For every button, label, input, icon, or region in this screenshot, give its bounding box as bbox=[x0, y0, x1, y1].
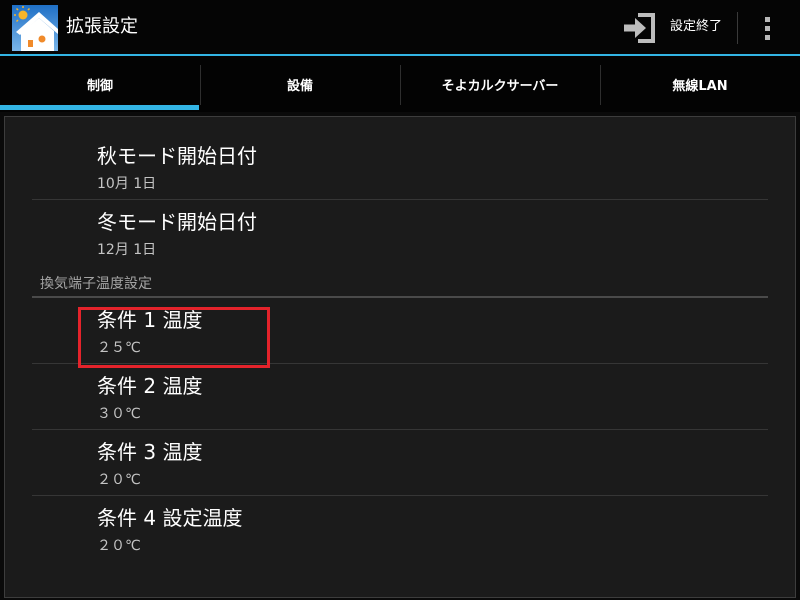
tab-server[interactable]: そよカルクサーバー bbox=[400, 56, 600, 112]
pref-summary: 10月 1日 bbox=[97, 176, 157, 192]
exit-icon bbox=[622, 12, 656, 44]
pref-summary: ２０℃ bbox=[97, 472, 141, 488]
overflow-dot bbox=[765, 17, 770, 22]
pref-summary: ３０℃ bbox=[97, 406, 141, 422]
tab-label: 制御 bbox=[86, 78, 113, 94]
pref-title: 条件 4 設定温度 bbox=[97, 506, 243, 530]
tab-wireless-lan[interactable]: 無線LAN bbox=[600, 56, 800, 112]
preferences-panel: 秋モード開始日付 10月 1日 冬モード開始日付 12月 1日 換気端子温度設定… bbox=[4, 116, 796, 598]
pref-condition-4-set-temp[interactable]: 条件 4 設定温度 ２０℃ bbox=[32, 496, 768, 562]
pref-summary: 12月 1日 bbox=[97, 242, 157, 258]
pref-title: 冬モード開始日付 bbox=[97, 210, 257, 234]
overflow-menu-icon[interactable] bbox=[758, 13, 778, 43]
overflow-dot bbox=[765, 26, 770, 31]
action-bar: 拡張設定 設定終了 bbox=[0, 0, 800, 54]
pref-category-header: 換気端子温度設定 bbox=[32, 266, 768, 298]
action-bar-divider bbox=[737, 12, 738, 44]
pref-autumn-start-date[interactable]: 秋モード開始日付 10月 1日 bbox=[32, 134, 768, 200]
tab-selected-indicator bbox=[0, 105, 199, 110]
end-settings-button[interactable]: 設定終了 bbox=[614, 5, 734, 49]
tab-label: 無線LAN bbox=[672, 78, 728, 94]
pref-title: 条件 3 温度 bbox=[97, 440, 203, 464]
pref-title: 条件 2 温度 bbox=[97, 374, 203, 398]
pref-category-title: 換気端子温度設定 bbox=[40, 276, 152, 292]
tab-equipment[interactable]: 設備 bbox=[200, 56, 400, 112]
pref-condition-2-temp[interactable]: 条件 2 温度 ３０℃ bbox=[32, 364, 768, 430]
tab-label: 設備 bbox=[286, 78, 313, 94]
pref-summary: ２０℃ bbox=[97, 538, 141, 554]
tab-label: そよカルクサーバー bbox=[441, 78, 559, 94]
pref-title: 秋モード開始日付 bbox=[97, 144, 257, 168]
app-title: 拡張設定 bbox=[66, 16, 138, 37]
pref-condition-3-temp[interactable]: 条件 3 温度 ２０℃ bbox=[32, 430, 768, 496]
pref-condition-1-temp[interactable]: 条件 1 温度 ２５℃ bbox=[32, 298, 768, 368]
pref-summary: ２５℃ bbox=[97, 340, 141, 356]
preferences-list: 秋モード開始日付 10月 1日 冬モード開始日付 12月 1日 換気端子温度設定… bbox=[32, 134, 768, 562]
tab-control[interactable]: 制御 bbox=[0, 56, 200, 112]
pref-title: 条件 1 温度 bbox=[97, 308, 203, 332]
tab-bar: 制御 設備 そよカルクサーバー 無線LAN bbox=[0, 56, 800, 112]
end-settings-label: 設定終了 bbox=[670, 19, 723, 34]
pref-winter-start-date[interactable]: 冬モード開始日付 12月 1日 bbox=[32, 200, 768, 266]
overflow-dot bbox=[765, 35, 770, 40]
app-icon[interactable] bbox=[12, 5, 58, 51]
